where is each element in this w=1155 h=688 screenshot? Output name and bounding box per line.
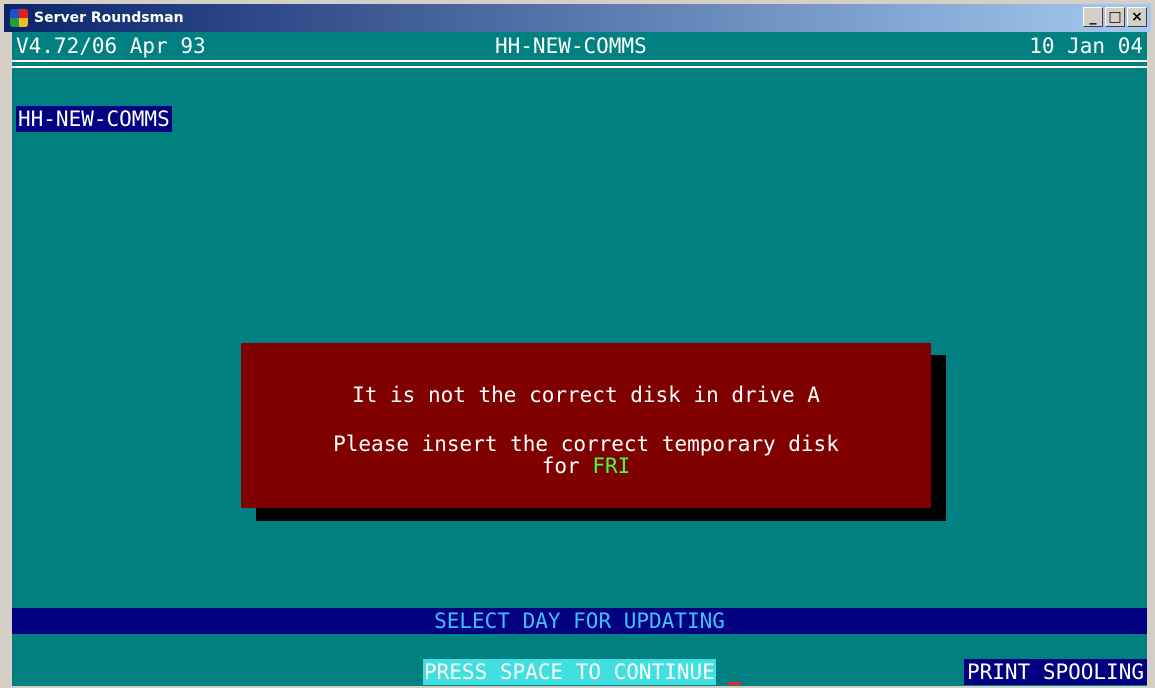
app-window: Server Roundsman _ □ × V4.72/06 Apr 93 H…: [0, 0, 1155, 688]
date-text: 10 Jan 04: [1029, 34, 1143, 58]
version-text: V4.72/06 Apr 93: [16, 34, 206, 58]
status-bar: SELECT DAY FOR UPDATING: [12, 608, 1147, 634]
header-divider: [12, 60, 1147, 68]
screen-label: HH-NEW-COMMS: [16, 106, 172, 132]
text-cursor: [728, 682, 741, 685]
maximize-button[interactable]: □: [1105, 7, 1125, 27]
minimize-button[interactable]: _: [1083, 7, 1103, 27]
dialog-day-value: FRI: [592, 454, 631, 478]
app-icon[interactable]: [10, 9, 28, 27]
status-message: SELECT DAY FOR UPDATING: [434, 609, 725, 633]
error-dialog: It is not the correct disk in drive A Pl…: [241, 343, 931, 508]
terminal-console[interactable]: V4.72/06 Apr 93 HH-NEW-COMMS 10 Jan 04 H…: [12, 32, 1147, 686]
window-title: Server Roundsman: [34, 10, 184, 26]
program-title: HH-NEW-COMMS: [495, 34, 647, 58]
header-row: V4.72/06 Apr 93 HH-NEW-COMMS 10 Jan 04: [12, 32, 1147, 172]
print-spooling-indicator: PRINT SPOOLING: [963, 659, 1147, 685]
dialog-day-line: for FRI: [241, 453, 931, 479]
title-bar[interactable]: Server Roundsman _ □ ×: [4, 4, 1151, 32]
continue-prompt[interactable]: PRESS SPACE TO CONTINUE: [423, 659, 716, 685]
close-button[interactable]: ×: [1127, 7, 1147, 27]
window-controls: _ □ ×: [1083, 7, 1147, 27]
dialog-message: It is not the correct disk in drive A: [352, 383, 820, 407]
dialog-day-prefix: for: [541, 454, 593, 478]
